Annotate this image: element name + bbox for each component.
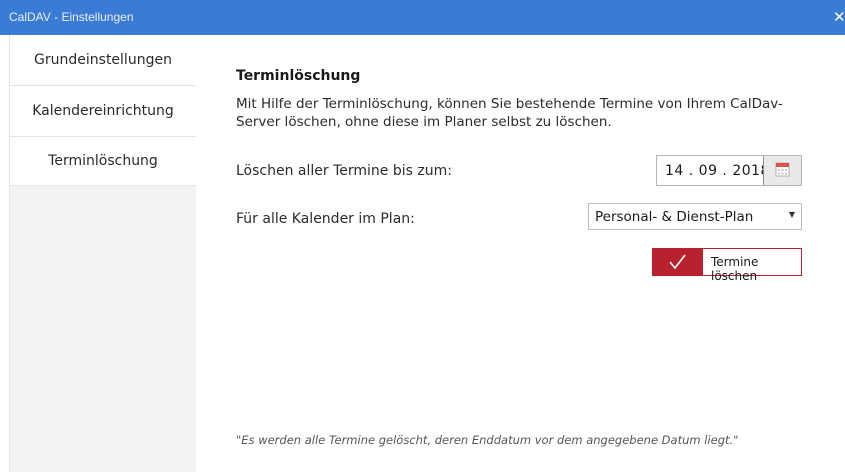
title-bar: CalDAV - Einstellungen ✕ — [0, 0, 845, 35]
footnote: "Es werden alle Termine gelöscht, deren … — [236, 433, 739, 447]
calendar-label: Für alle Kalender im Plan: — [236, 211, 415, 227]
sidebar-item-terminloeschung[interactable]: Terminlöschung — [10, 137, 196, 186]
chevron-down-icon: ▼ — [788, 210, 795, 219]
sidebar: Grundeinstellungen Kalendereinrichtung T… — [9, 35, 196, 472]
sidebar-item-kalendereinrichtung[interactable]: Kalendereinrichtung — [10, 86, 196, 137]
calendar-picker-button[interactable] — [763, 156, 801, 185]
main-content: Terminlöschung Mit Hilfe der Terminlösch… — [196, 35, 845, 472]
delete-button-label: Termine löschen — [711, 255, 759, 283]
date-label: Löschen aller Termine bis zum: — [236, 163, 452, 179]
description-text: Mit Hilfe der Terminlöschung, können Sie… — [236, 96, 783, 130]
close-icon[interactable]: ✕ — [833, 8, 845, 26]
page-title: Terminlöschung — [236, 68, 361, 84]
sidebar-item-label: Kalendereinrichtung — [32, 103, 174, 119]
caldav-settings-window: CalDAV - Einstellungen ✕ Grundeinstellun… — [0, 0, 845, 472]
sidebar-item-label: Terminlöschung — [48, 153, 158, 169]
calendar-select-value: Personal- & Dienst-Plan — [595, 209, 754, 225]
date-value[interactable]: 14 . 09 . 2018 — [665, 163, 770, 179]
sidebar-item-grundeinstellungen[interactable]: Grundeinstellungen — [10, 35, 196, 86]
check-icon — [653, 249, 703, 275]
date-field[interactable]: 14 . 09 . 2018 — [656, 155, 802, 186]
sidebar-item-label: Grundeinstellungen — [34, 52, 172, 68]
calendar-select[interactable]: Personal- & Dienst-Plan ▼ — [588, 203, 802, 230]
calendar-icon — [775, 162, 790, 177]
window-title: CalDAV - Einstellungen — [9, 10, 134, 24]
delete-appointments-button[interactable]: Termine löschen — [652, 248, 802, 283]
